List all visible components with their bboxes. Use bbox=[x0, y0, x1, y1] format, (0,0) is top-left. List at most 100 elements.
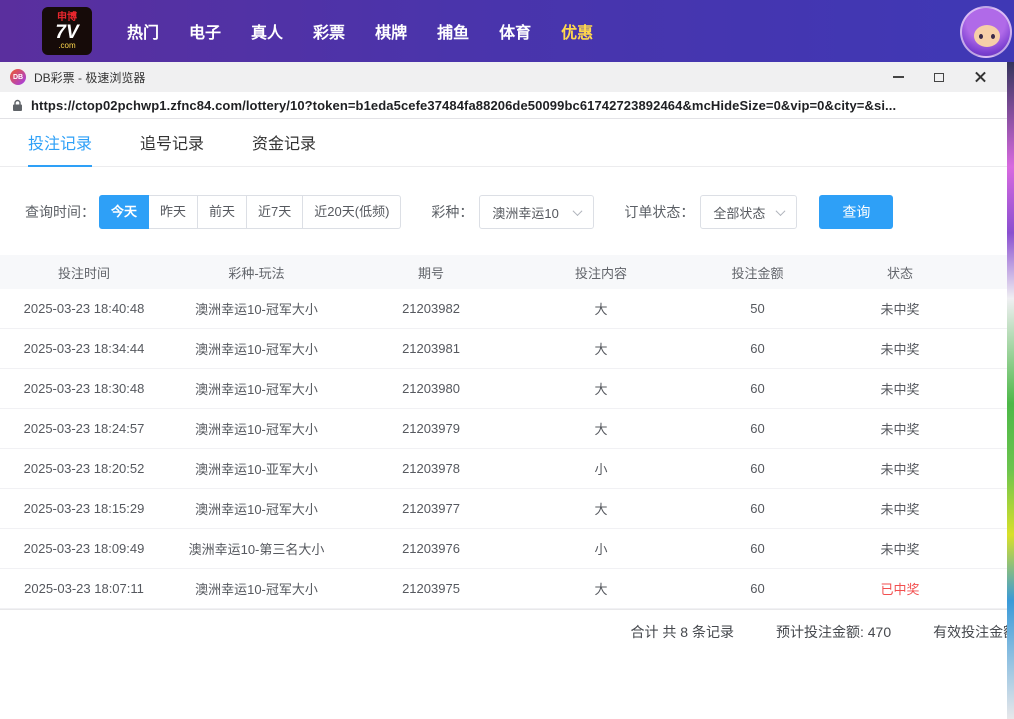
summary-expected-amount: 预计投注金额: 470 bbox=[776, 622, 891, 642]
table-cell-time: 2025-03-23 18:40:48 bbox=[0, 301, 168, 316]
table-cell-status: 未中奖 bbox=[830, 379, 970, 398]
nav-item[interactable]: 体育 bbox=[499, 19, 531, 43]
table-row: 2025-03-23 18:07:11澳洲幸运10-冠军大小21203975大6… bbox=[0, 569, 1007, 609]
table-row: 2025-03-23 18:34:44澳洲幸运10-冠军大小21203981大6… bbox=[0, 329, 1007, 369]
time-filter-button[interactable]: 近20天(低频) bbox=[303, 195, 401, 229]
maximize-icon[interactable] bbox=[932, 70, 946, 84]
nav-item[interactable]: 彩票 bbox=[313, 19, 345, 43]
table-row: 2025-03-23 18:20:52澳洲幸运10-亚军大小21203978小6… bbox=[0, 449, 1007, 489]
table-cell-status: 未中奖 bbox=[830, 459, 970, 478]
time-filter-button[interactable]: 今天 bbox=[99, 195, 149, 229]
nav-item[interactable]: 捕鱼 bbox=[437, 19, 469, 43]
address-bar[interactable]: https://ctop02pchwp1.zfnc84.com/lottery/… bbox=[0, 92, 1007, 119]
table-cell-amount: 60 bbox=[685, 501, 830, 516]
nav-item[interactable]: 棋牌 bbox=[375, 19, 407, 43]
query-button[interactable]: 查询 bbox=[819, 195, 893, 229]
table-cell-game: 澳洲幸运10-冠军大小 bbox=[168, 299, 345, 318]
table-header-cell: 投注内容 bbox=[517, 263, 685, 282]
page-tab[interactable]: 投注记录 bbox=[28, 119, 92, 167]
logo-text-sub: .com bbox=[58, 42, 75, 50]
table-cell-content: 小 bbox=[517, 459, 685, 478]
table-cell-content: 大 bbox=[517, 419, 685, 438]
order-status-value: 全部状态 bbox=[713, 203, 765, 222]
table-row: 2025-03-23 18:24:57澳洲幸运10-冠军大小21203979大6… bbox=[0, 409, 1007, 449]
table-header-cell: 期号 bbox=[345, 263, 517, 282]
nav-items: 热门 电子 真人 彩票 棋牌 捕鱼 体育 优惠 bbox=[112, 19, 608, 43]
user-avatar[interactable] bbox=[960, 6, 1012, 58]
table-cell-time: 2025-03-23 18:15:29 bbox=[0, 501, 168, 516]
nav-item[interactable]: 优惠 bbox=[561, 19, 593, 43]
table-cell-status: 未中奖 bbox=[830, 339, 970, 358]
time-filter-group: 今天昨天前天近7天近20天(低频) bbox=[99, 195, 401, 229]
window-title: DB彩票 - 极速浏览器 bbox=[34, 69, 145, 86]
table-cell-game: 澳洲幸运10-冠军大小 bbox=[168, 499, 345, 518]
table-cell-game: 澳洲幸运10-冠军大小 bbox=[168, 579, 345, 598]
table-header-cell: 投注金额 bbox=[685, 263, 830, 282]
time-filter-label: 查询时间： bbox=[25, 202, 95, 222]
url-text: https://ctop02pchwp1.zfnc84.com/lottery/… bbox=[31, 98, 896, 113]
page-tab[interactable]: 追号记录 bbox=[140, 119, 204, 167]
avatar-face bbox=[974, 25, 1000, 47]
summary-bar: 合计 共 8 条记录 预计投注金额: 470 有效投注金额: bbox=[0, 609, 1007, 653]
filter-bar: 查询时间： 今天昨天前天近7天近20天(低频) 彩种： 澳洲幸运10 订单状态：… bbox=[0, 167, 1007, 255]
bet-records-table: 投注时间彩种-玩法期号投注内容投注金额状态 2025-03-23 18:40:4… bbox=[0, 255, 1007, 609]
table-row: 2025-03-23 18:30:48澳洲幸运10-冠军大小21203980大6… bbox=[0, 369, 1007, 409]
table-cell-status: 未中奖 bbox=[830, 499, 970, 518]
time-filter-button[interactable]: 昨天 bbox=[149, 195, 198, 229]
table-cell-content: 大 bbox=[517, 299, 685, 318]
site-logo[interactable]: 申博 7V .com bbox=[42, 7, 92, 55]
table-cell-time: 2025-03-23 18:30:48 bbox=[0, 381, 168, 396]
table-cell-period: 21203982 bbox=[345, 301, 517, 316]
chevron-down-icon bbox=[776, 206, 786, 216]
summary-total: 合计 共 8 条记录 bbox=[631, 622, 734, 642]
table-cell-amount: 60 bbox=[685, 381, 830, 396]
table-cell-content: 小 bbox=[517, 539, 685, 558]
logo-text-main: 7V bbox=[55, 23, 78, 42]
table-cell-status: 未中奖 bbox=[830, 299, 970, 318]
table-cell-amount: 60 bbox=[685, 421, 830, 436]
table-header-row: 投注时间彩种-玩法期号投注内容投注金额状态 bbox=[0, 255, 1007, 289]
table-cell-period: 21203977 bbox=[345, 501, 517, 516]
chevron-down-icon bbox=[573, 206, 583, 216]
minimize-icon[interactable] bbox=[891, 70, 905, 84]
browser-window: DB DB彩票 - 极速浏览器 https://ctop02pchwp1.zfn… bbox=[0, 62, 1007, 719]
table-cell-game: 澳洲幸运10-第三名大小 bbox=[168, 539, 345, 558]
table-cell-status: 未中奖 bbox=[830, 539, 970, 558]
site-favicon-icon: DB bbox=[10, 69, 26, 85]
table-header-cell: 彩种-玩法 bbox=[168, 263, 345, 282]
table-cell-content: 大 bbox=[517, 339, 685, 358]
nav-item[interactable]: 热门 bbox=[127, 19, 159, 43]
table-cell-time: 2025-03-23 18:34:44 bbox=[0, 341, 168, 356]
close-icon[interactable] bbox=[973, 70, 987, 84]
order-status-label: 订单状态： bbox=[624, 202, 694, 222]
table-cell-game: 澳洲幸运10-冠军大小 bbox=[168, 379, 345, 398]
page-tab[interactable]: 资金记录 bbox=[252, 119, 316, 167]
table-row: 2025-03-23 18:09:49澳洲幸运10-第三名大小21203976小… bbox=[0, 529, 1007, 569]
lottery-select-label: 彩种： bbox=[431, 202, 473, 222]
table-cell-content: 大 bbox=[517, 499, 685, 518]
lottery-select[interactable]: 澳洲幸运10 bbox=[479, 195, 594, 229]
order-status-select[interactable]: 全部状态 bbox=[700, 195, 797, 229]
window-titlebar: DB DB彩票 - 极速浏览器 bbox=[0, 62, 1007, 92]
table-cell-game: 澳洲幸运10-亚军大小 bbox=[168, 459, 345, 478]
table-cell-time: 2025-03-23 18:09:49 bbox=[0, 541, 168, 556]
table-cell-amount: 60 bbox=[685, 341, 830, 356]
table-cell-period: 21203975 bbox=[345, 581, 517, 596]
table-cell-period: 21203980 bbox=[345, 381, 517, 396]
time-filter-button[interactable]: 近7天 bbox=[247, 195, 303, 229]
nav-item[interactable]: 电子 bbox=[189, 19, 221, 43]
lottery-select-value: 澳洲幸运10 bbox=[492, 203, 558, 222]
table-cell-game: 澳洲幸运10-冠军大小 bbox=[168, 339, 345, 358]
page-tabs: 投注记录追号记录资金记录 bbox=[0, 119, 1007, 167]
table-body: 2025-03-23 18:40:48澳洲幸运10-冠军大小21203982大5… bbox=[0, 289, 1007, 609]
table-cell-period: 21203976 bbox=[345, 541, 517, 556]
table-cell-status: 已中奖 bbox=[830, 579, 970, 598]
time-filter-button[interactable]: 前天 bbox=[198, 195, 247, 229]
site-navbar: 申博 7V .com 热门 电子 真人 彩票 棋牌 捕鱼 体育 优惠 bbox=[0, 0, 1014, 62]
nav-item[interactable]: 真人 bbox=[251, 19, 283, 43]
summary-valid-amount: 有效投注金额: bbox=[933, 622, 1007, 642]
table-cell-time: 2025-03-23 18:20:52 bbox=[0, 461, 168, 476]
table-cell-period: 21203979 bbox=[345, 421, 517, 436]
table-cell-game: 澳洲幸运10-冠军大小 bbox=[168, 419, 345, 438]
window-controls bbox=[891, 70, 997, 84]
